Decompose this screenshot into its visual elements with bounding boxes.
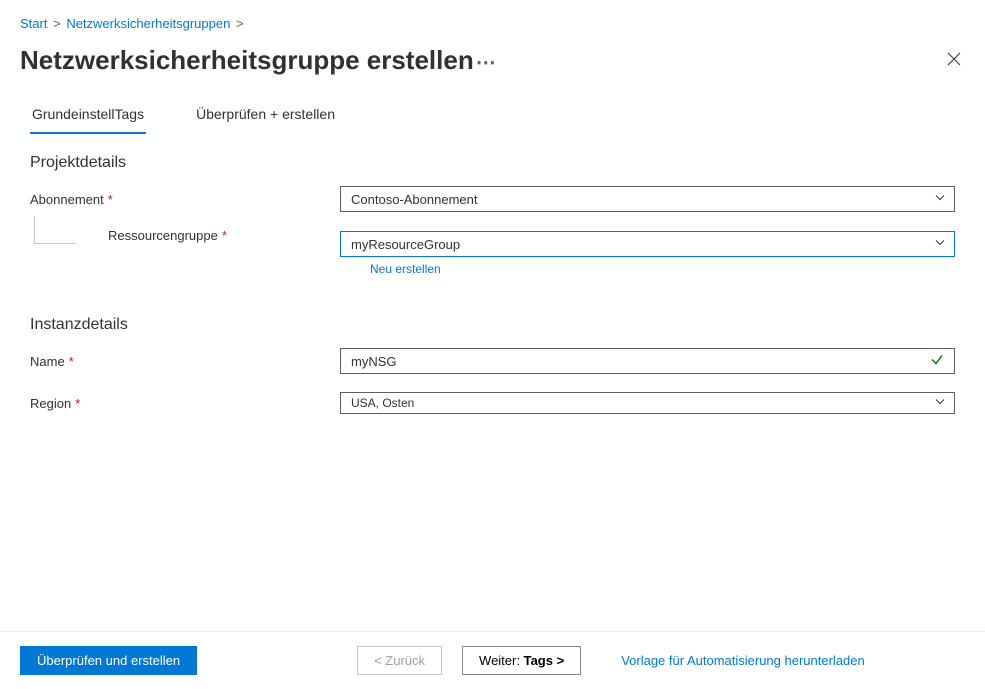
breadcrumb-start[interactable]: Start	[20, 16, 47, 31]
new-resource-group-link[interactable]: Neu erstellen	[370, 262, 955, 276]
section-title-project: Projektdetails	[30, 154, 955, 172]
tab-basics[interactable]: GrundeinstellTags	[30, 100, 146, 134]
tab-basics-label: Grundeinstell	[32, 106, 115, 122]
required-indicator: *	[222, 228, 227, 243]
footer: Überprüfen und erstellen < Zurück Weiter…	[0, 631, 985, 689]
resource-group-label: Ressourcengruppe*	[108, 228, 227, 256]
tab-review[interactable]: Überprüfen + erstellen	[194, 100, 337, 134]
breadcrumb-nsg[interactable]: Netzwerksicherheitsgruppen	[66, 16, 230, 31]
chevron-down-icon	[934, 396, 946, 411]
page-title: Netzwerksicherheitsgruppe erstellen ⋯	[20, 45, 497, 76]
breadcrumb-separator: >	[236, 16, 244, 31]
subscription-value: Contoso-Abonnement	[351, 192, 477, 207]
next-prefix: Weiter:	[479, 653, 520, 668]
page-header: Netzwerksicherheitsgruppe erstellen ⋯	[0, 39, 985, 100]
field-name: Name* myNSG	[30, 348, 955, 374]
name-label: Name*	[30, 354, 340, 369]
page-title-text: Netzwerksicherheitsgruppe erstellen	[20, 45, 474, 76]
tab-basics-overlap: Tags	[115, 106, 145, 122]
name-value: myNSG	[351, 354, 397, 369]
breadcrumb: Start > Netzwerksicherheitsgruppen >	[0, 0, 985, 39]
name-input[interactable]: myNSG	[340, 348, 955, 374]
region-label: Region*	[30, 396, 340, 411]
close-icon	[947, 52, 961, 66]
section-title-instance: Instanzdetails	[30, 316, 955, 334]
next-suffix: Tags >	[524, 653, 565, 668]
required-indicator: *	[69, 354, 74, 369]
close-button[interactable]	[943, 46, 965, 75]
resource-group-dropdown[interactable]: myResourceGroup	[340, 231, 955, 257]
review-create-button[interactable]: Überprüfen und erstellen	[20, 646, 197, 675]
tabs: GrundeinstellTags Überprüfen + erstellen	[0, 100, 985, 134]
chevron-down-icon	[934, 237, 946, 252]
next-button[interactable]: Weiter: Tags >	[462, 646, 581, 675]
subscription-label: Abonnement*	[30, 192, 340, 207]
breadcrumb-separator: >	[53, 16, 61, 31]
field-region: Region* USA, Osten	[30, 392, 955, 414]
required-indicator: *	[108, 192, 113, 207]
title-more-icon[interactable]: ⋯	[476, 50, 497, 75]
subscription-dropdown[interactable]: Contoso-Abonnement	[340, 186, 955, 212]
chevron-down-icon	[934, 192, 946, 207]
field-resource-group: Ressourcengruppe* myResourceGroup	[30, 230, 955, 258]
resource-group-value: myResourceGroup	[351, 237, 460, 252]
tree-line	[34, 216, 76, 244]
region-dropdown[interactable]: USA, Osten	[340, 392, 955, 414]
field-subscription: Abonnement* Contoso-Abonnement	[30, 186, 955, 212]
back-button: < Zurück	[357, 646, 442, 675]
section-instance-details: Instanzdetails Name* myNSG Region* USA, …	[0, 298, 985, 450]
download-template-link[interactable]: Vorlage für Automatisierung herunterlade…	[621, 653, 865, 668]
section-project-details: Projektdetails Abonnement* Contoso-Abonn…	[0, 154, 985, 298]
region-value: USA, Osten	[351, 396, 414, 410]
check-icon	[930, 353, 944, 370]
required-indicator: *	[75, 396, 80, 411]
